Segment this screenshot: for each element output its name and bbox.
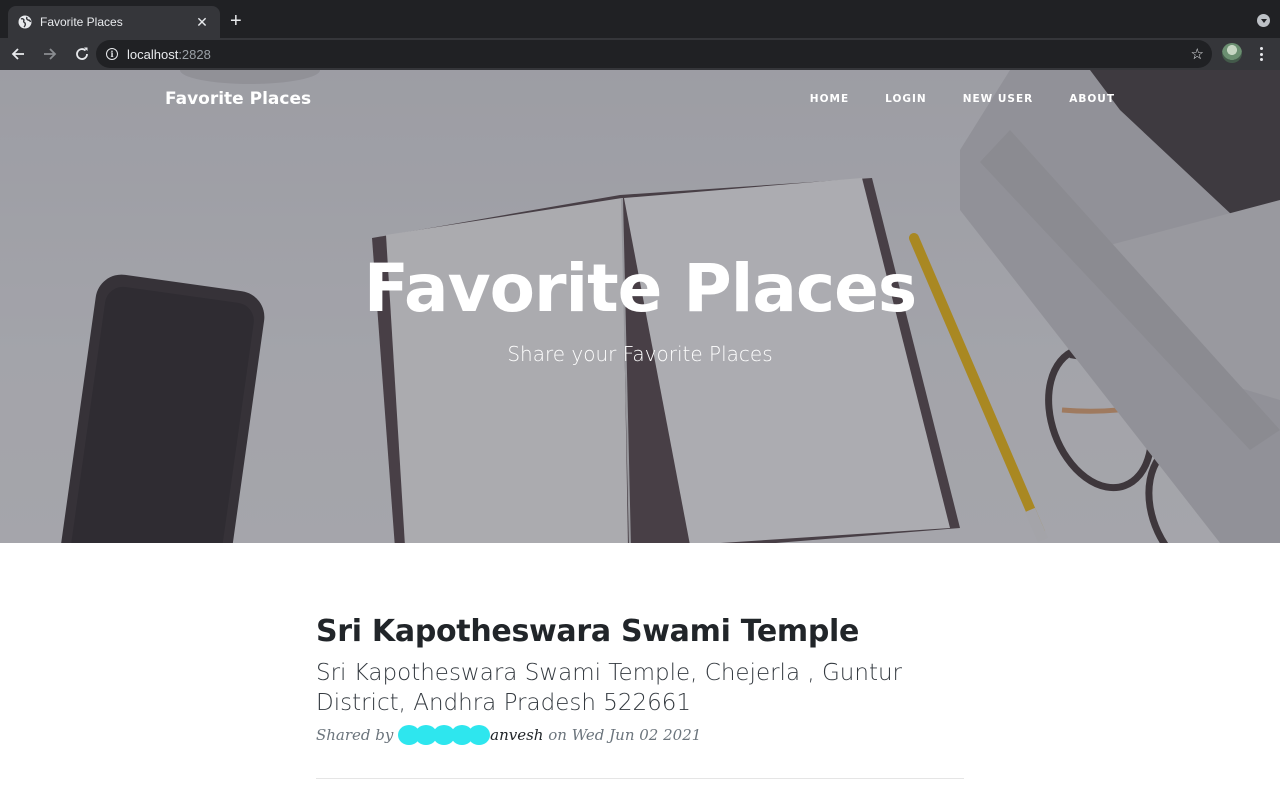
redaction-mark: [398, 725, 491, 745]
browser-tabstrip: Favorite Places ✕ +: [0, 0, 1280, 38]
hero-title: Favorite Places: [363, 250, 917, 327]
url-port: :2828: [178, 46, 211, 62]
hero-header: Favorite Places HOME LOGIN NEW USER ABOU…: [0, 70, 1280, 543]
info-icon[interactable]: i: [106, 48, 118, 60]
meta-prefix: Shared by: [316, 726, 399, 744]
tab-search-icon[interactable]: [1257, 14, 1270, 27]
nav-login[interactable]: LOGIN: [885, 93, 927, 105]
nav-home[interactable]: HOME: [810, 93, 849, 105]
meta-on: on: [543, 726, 572, 744]
hero-subtitle: Share your Favorite Places: [507, 342, 773, 366]
post-author-link[interactable]: anvesh: [490, 726, 543, 744]
forward-arrow-icon[interactable]: [36, 40, 64, 68]
nav-about[interactable]: ABOUT: [1069, 93, 1115, 105]
post-preview[interactable]: Sri Kapotheswara Swami Temple Sri Kapoth…: [316, 614, 964, 745]
plus-icon[interactable]: +: [230, 9, 242, 33]
post-subtitle[interactable]: Sri Kapotheswara Swami Temple, Chejerla …: [316, 658, 916, 718]
post-title[interactable]: Sri Kapotheswara Swami Temple: [316, 614, 964, 649]
globe-icon: [18, 15, 32, 29]
main-nav: HOME LOGIN NEW USER ABOUT: [810, 93, 1115, 105]
post-meta: Shared by anvesh on Wed Jun 02 2021: [316, 725, 964, 745]
tab-title: Favorite Places: [40, 15, 123, 29]
back-arrow-icon[interactable]: [4, 40, 32, 68]
kebab-menu-icon[interactable]: [1256, 46, 1266, 62]
post-divider: [316, 778, 964, 779]
browser-tab[interactable]: Favorite Places ✕: [8, 6, 220, 38]
site-brand-link[interactable]: Favorite Places: [165, 89, 311, 109]
address-bar[interactable]: i localhost:2828 ☆: [96, 40, 1212, 68]
url-host: localhost: [127, 46, 179, 62]
close-icon[interactable]: ✕: [194, 14, 210, 31]
avatar[interactable]: [1222, 43, 1242, 63]
post-date: Wed Jun 02 2021: [571, 726, 702, 744]
star-icon[interactable]: ☆: [1191, 45, 1204, 63]
reload-icon[interactable]: [68, 40, 96, 68]
browser-toolbar: i localhost:2828 ☆: [0, 38, 1280, 70]
nav-new-user[interactable]: NEW USER: [963, 93, 1034, 105]
